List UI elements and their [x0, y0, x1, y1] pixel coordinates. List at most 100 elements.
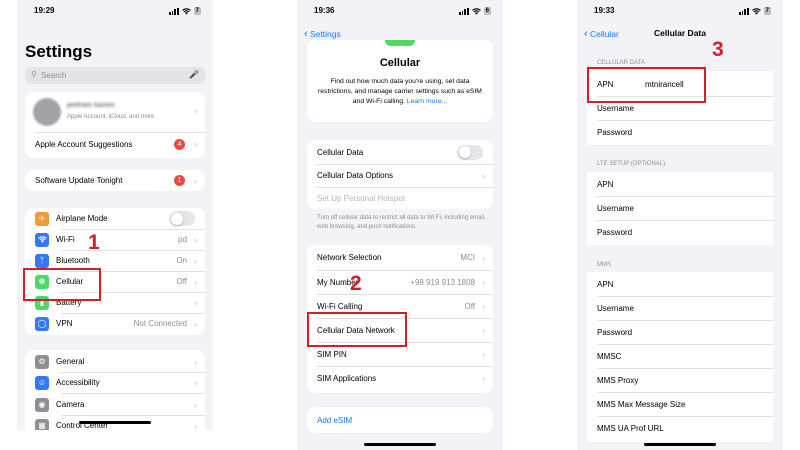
cellular-footer-note: Turn off cellular data to restrict all d… [317, 215, 486, 230]
row-label: Cellular Data [317, 147, 364, 157]
row-value: pd [178, 235, 187, 244]
settings-row-vpn[interactable]: ◯ VPN Not Connected › [25, 313, 205, 334]
mms-apn-field[interactable]: APN [587, 272, 773, 296]
settings-row-airplane-mode[interactable]: ✈ Airplane Mode [25, 208, 205, 229]
apple-account-suggestions-row[interactable]: Apple Account Suggestions 4 › [25, 133, 205, 155]
step-number-2: 2 [350, 272, 362, 295]
learn-more-link[interactable]: Learn more... [407, 98, 447, 105]
search-icon: ⚲ [31, 70, 37, 79]
chevron-right-icon: › [482, 277, 485, 287]
settings-row-camera[interactable]: ◉ Camera › [25, 394, 205, 415]
row-value: Not Connected [133, 319, 187, 328]
general-group: ⚙ General › ☺ Accessibility › ◉ Camera ›… [25, 350, 205, 430]
row-label: Wi-Fi [56, 235, 75, 244]
settings-row-general[interactable]: ⚙ General › [25, 351, 205, 372]
status-bar: 19:29 7 [17, 6, 213, 18]
section-header-cellular-data: CELLULAR DATA [597, 60, 645, 66]
settings-row-accessibility[interactable]: ☺ Accessibility › [25, 372, 205, 393]
row-label: VPN [56, 319, 73, 328]
row-label: Camera [56, 400, 85, 409]
mms-max-message-size-field[interactable]: MMS Max Message Size [587, 392, 773, 416]
back-button[interactable]: ‹ Settings [304, 28, 341, 40]
status-time: 19:33 [594, 6, 615, 15]
row-value: +98 919 913 1808 [410, 277, 475, 287]
cellular-data-row[interactable]: Cellular Data [307, 141, 493, 163]
lte-apn-field[interactable]: APN [587, 172, 773, 196]
field-label: Username [597, 303, 634, 313]
field-label: Password [597, 327, 633, 337]
chevron-right-icon: › [194, 255, 197, 266]
signal-icon [459, 7, 469, 15]
software-update-card[interactable]: Software Update Tonight 1 › [25, 170, 205, 191]
section-header-lte-setup: LTE SETUP (OPTIONAL) [597, 161, 666, 167]
avatar [33, 98, 61, 126]
wifi-icon [35, 232, 49, 247]
cellular-data-toggle[interactable] [457, 144, 483, 160]
add-esim-button[interactable]: Add eSIM [317, 416, 352, 425]
field-label: APN [597, 179, 614, 189]
globe-icon: ◯ [35, 316, 49, 331]
row-value: Off [176, 277, 187, 286]
row-label: Accessibility [56, 378, 100, 387]
battery-status-icon: 7 [763, 7, 771, 15]
gear-icon: ⚙ [35, 354, 49, 369]
add-esim-card[interactable]: Add eSIM [307, 407, 493, 433]
settings-row-wifi[interactable]: Wi-Fi pd › [25, 229, 205, 250]
mmsc-field[interactable]: MMSC [587, 344, 773, 368]
field-label: MMS UA Prof URL [597, 423, 664, 433]
microphone-icon[interactable]: 🎤 [189, 70, 199, 79]
sim-applications-row[interactable]: SIM Applications › [307, 366, 493, 390]
mms-proxy-field[interactable]: MMS Proxy [587, 368, 773, 392]
my-number-row[interactable]: My Number +98 919 913 1808 › [307, 270, 493, 294]
row-label: SIM Applications [317, 373, 377, 383]
section-header-mms: MMS [597, 262, 611, 268]
row-value: MCI [460, 253, 475, 262]
chevron-right-icon: › [194, 399, 197, 410]
airplane-mode-toggle[interactable] [169, 211, 195, 226]
page-title: Settings [25, 42, 93, 61]
chevron-right-icon: › [194, 234, 197, 245]
mms-group: APN Username Password MMSC MMS Proxy MMS… [587, 272, 773, 442]
search-placeholder: Search [41, 71, 67, 80]
row-label: Wi-Fi Calling [317, 301, 363, 311]
wifi-status-icon [181, 7, 191, 15]
row-label: Set Up Personal Hotspot [317, 193, 406, 203]
nav-title: Cellular Data [654, 28, 706, 38]
mms-password-field[interactable]: Password [587, 320, 773, 344]
row-label: Network Selection [317, 253, 382, 262]
row-label: Cellular Data Options [317, 171, 394, 180]
row-label: SIM PIN [317, 349, 347, 359]
profile-card: pedram karimi Apple Account, iCloud, and… [25, 92, 205, 158]
field-label: Username [597, 103, 634, 113]
back-label: Settings [310, 29, 341, 39]
chevron-right-icon: › [194, 377, 197, 388]
chevron-right-icon: › [482, 325, 485, 335]
password-field[interactable]: Password [587, 120, 773, 144]
status-bar: 19:36 6 [297, 6, 503, 18]
mms-username-field[interactable]: Username [587, 296, 773, 320]
chevron-right-icon: › [194, 420, 197, 431]
field-label: Username [597, 203, 634, 213]
mms-ua-prof-url-field[interactable]: MMS UA Prof URL [587, 416, 773, 440]
camera-icon: ◉ [35, 397, 49, 412]
settings-screen: 19:29 7 Settings ⚲ Search 🎤 pedram karim… [17, 0, 213, 430]
chevron-right-icon: › [194, 318, 197, 329]
wifi-status-icon [751, 7, 761, 15]
lte-username-field[interactable]: Username [587, 196, 773, 220]
cellular-data-options-row[interactable]: Cellular Data Options › [307, 164, 493, 187]
field-label: Password [597, 227, 633, 237]
step-number-1: 1 [88, 231, 100, 254]
signal-icon [739, 7, 749, 15]
accessibility-icon: ☺ [35, 375, 49, 390]
row-label: General [56, 357, 85, 366]
software-update-badge: 1 [174, 175, 185, 186]
search-input[interactable]: ⚲ Search 🎤 [25, 67, 205, 84]
chevron-right-icon: › [194, 175, 197, 186]
description-text: Find out how much data you're using, set… [318, 78, 482, 105]
lte-setup-group: APN Username Password [587, 172, 773, 245]
cellular-description: Find out how much data you're using, set… [315, 77, 485, 107]
chevron-right-icon: › [194, 276, 197, 287]
network-selection-row[interactable]: Network Selection MCI › [307, 246, 493, 269]
lte-password-field[interactable]: Password [587, 220, 773, 244]
profile-row[interactable]: pedram karimi Apple Account, iCloud, and… [25, 92, 205, 132]
